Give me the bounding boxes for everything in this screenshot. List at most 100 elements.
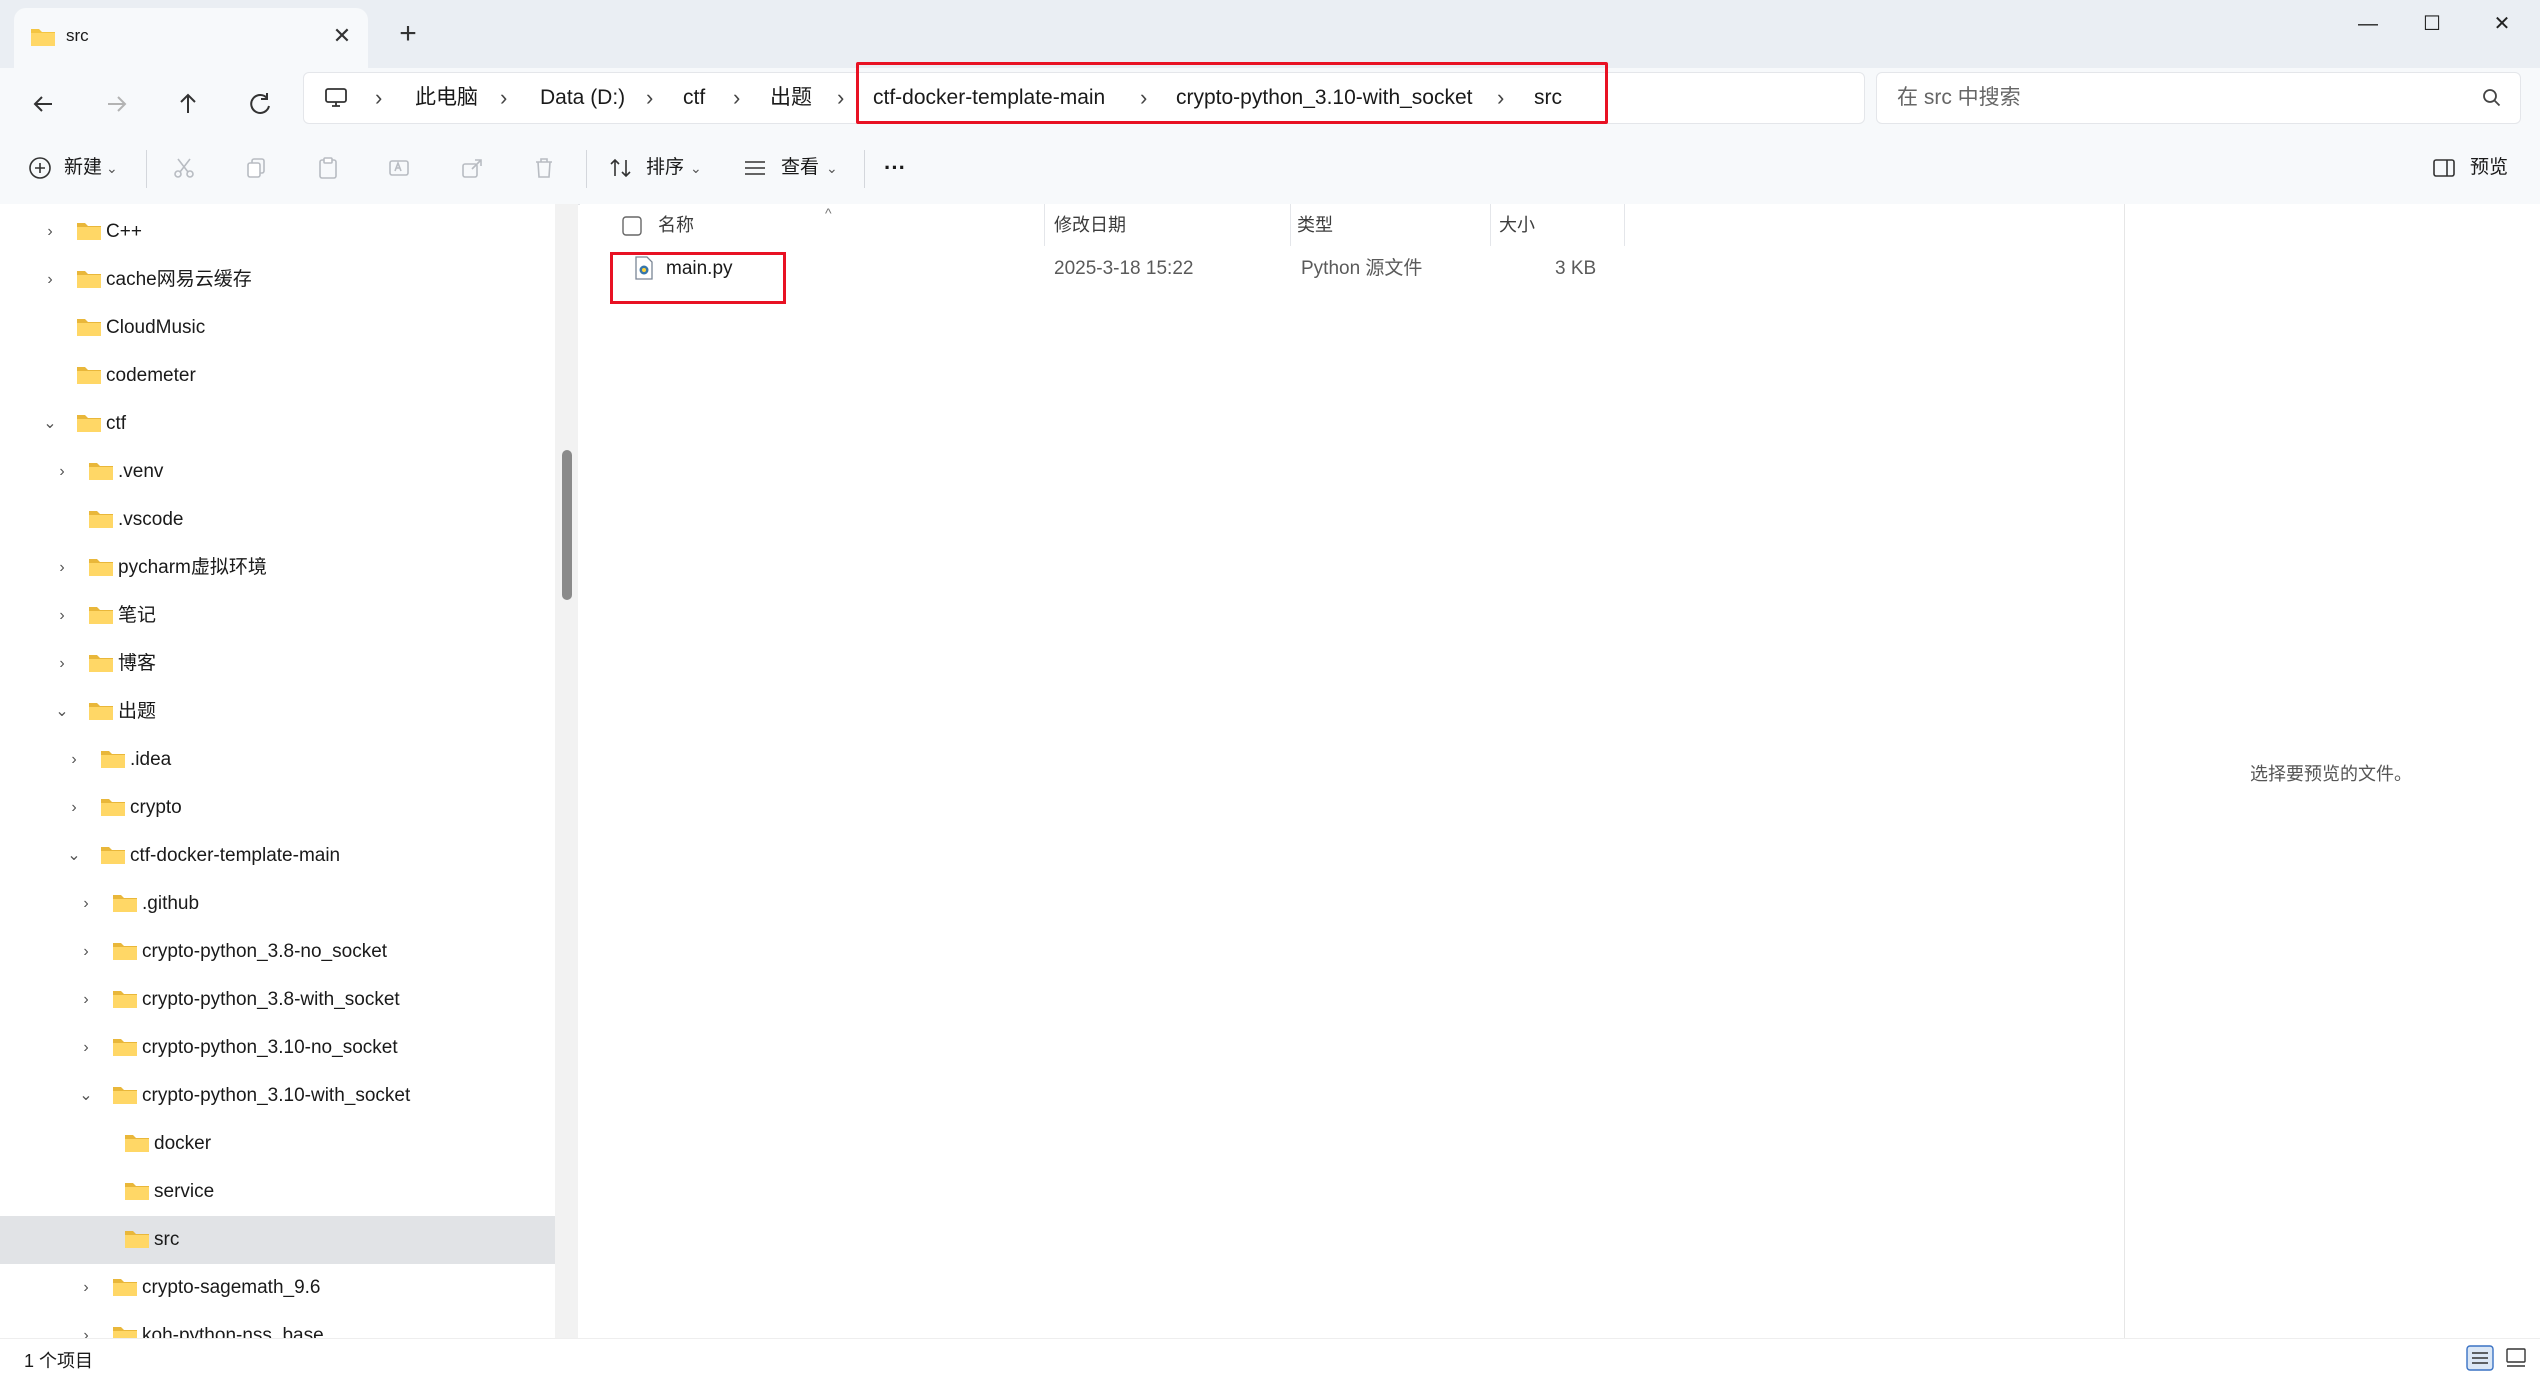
maximize-button[interactable]: ☐ <box>2400 8 2464 40</box>
chevron-right-icon[interactable]: › <box>76 1036 96 1060</box>
sidebar-item[interactable]: › .venv <box>0 448 555 496</box>
column-divider[interactable] <box>1290 204 1291 246</box>
sidebar-item[interactable]: › crypto-python_3.8-with_socket <box>0 976 555 1024</box>
large-icons-view-icon[interactable] <box>2504 1347 2528 1369</box>
sidebar-scrollbar-thumb[interactable] <box>562 450 572 600</box>
chevron-right-icon[interactable] <box>52 508 72 532</box>
refresh-icon[interactable] <box>240 84 280 124</box>
chevron-right-icon[interactable]: › <box>52 604 72 628</box>
column-header-name[interactable]: 名称 <box>658 204 694 246</box>
sidebar-item[interactable]: › crypto-python_3.8-no_socket <box>0 928 555 976</box>
breadcrumb-ctf[interactable]: ctf <box>683 73 705 123</box>
sidebar-item[interactable]: › koh-python-nss_base <box>0 1312 555 1338</box>
minimize-button[interactable]: — <box>2336 8 2400 40</box>
sidebar-item[interactable]: ⌄ crypto-python_3.10-with_socket <box>0 1072 555 1120</box>
close-tab-icon[interactable]: ✕ <box>330 24 354 48</box>
status-bar: 1 个项目 <box>0 1338 2540 1380</box>
sidebar-item[interactable]: › C++ <box>0 208 555 256</box>
delete-icon[interactable] <box>532 156 556 180</box>
paste-icon[interactable] <box>316 156 340 180</box>
column-header-modified[interactable]: 修改日期 <box>1054 204 1126 246</box>
sidebar-item-label: .idea <box>130 749 172 770</box>
more-options-button[interactable]: ··· <box>884 132 906 204</box>
folder-icon <box>112 1276 138 1298</box>
sidebar-item-label: ctf-docker-template-main <box>130 845 341 866</box>
sidebar-item[interactable]: › 博客 <box>0 640 555 688</box>
chevron-right-icon[interactable]: › <box>40 268 60 292</box>
search-input[interactable]: 在 src 中搜索 <box>1876 72 2521 124</box>
up-icon[interactable] <box>168 84 208 124</box>
view-button[interactable]: 查看 <box>781 132 819 204</box>
sidebar-scrollbar-track[interactable] <box>554 204 578 1338</box>
chevron-right-icon[interactable]: › <box>64 748 84 772</box>
column-divider[interactable] <box>1044 204 1045 246</box>
chevron-right-icon[interactable] <box>40 316 60 340</box>
chevron-down-icon[interactable]: ⌄ <box>106 132 118 204</box>
chevron-right-icon[interactable]: › <box>76 892 96 916</box>
sidebar-item[interactable]: docker <box>0 1120 555 1168</box>
chevron-right-icon[interactable]: › <box>76 988 96 1012</box>
new-button[interactable]: 新建 <box>64 132 102 204</box>
search-icon[interactable] <box>2482 88 2502 108</box>
chevron-right-icon[interactable] <box>88 1132 108 1156</box>
sidebar-item[interactable]: ⌄ 出题 <box>0 688 555 736</box>
sidebar-item[interactable]: › 笔记 <box>0 592 555 640</box>
chevron-right-icon[interactable] <box>88 1180 108 1204</box>
copy-icon[interactable] <box>244 156 268 180</box>
chevron-right-icon[interactable]: › <box>52 556 72 580</box>
folder-icon <box>88 700 114 722</box>
chevron-right-icon[interactable]: › <box>52 460 72 484</box>
chevron-down-icon[interactable]: ⌄ <box>64 844 84 868</box>
rename-icon[interactable] <box>388 156 412 180</box>
chevron-right-icon[interactable]: › <box>76 940 96 964</box>
sidebar-item[interactable]: .vscode <box>0 496 555 544</box>
breadcrumb-separator: › <box>375 85 383 110</box>
sidebar-item[interactable]: CloudMusic <box>0 304 555 352</box>
column-header-type[interactable]: 类型 <box>1297 204 1333 246</box>
details-view-icon[interactable] <box>2466 1345 2494 1371</box>
breadcrumb-this-pc[interactable]: 此电脑 <box>415 73 478 123</box>
tab-src[interactable]: src ✕ <box>14 8 368 68</box>
sidebar-item[interactable]: src <box>0 1216 555 1264</box>
sidebar-item[interactable]: › crypto-sagemath_9.6 <box>0 1264 555 1312</box>
chevron-down-icon[interactable]: ⌄ <box>76 1084 96 1108</box>
new-tab-button[interactable]: + <box>390 16 426 52</box>
share-icon[interactable] <box>460 156 484 180</box>
sidebar-item[interactable]: › .idea <box>0 736 555 784</box>
select-all-checkbox[interactable] <box>622 216 642 236</box>
sidebar-item[interactable]: ⌄ ctf-docker-template-main <box>0 832 555 880</box>
sidebar-item-label: crypto-python_3.10-with_socket <box>142 1085 411 1106</box>
sidebar-item[interactable]: ⌄ ctf <box>0 400 555 448</box>
forward-icon[interactable] <box>96 84 136 124</box>
sidebar-item[interactable]: › crypto-python_3.10-no_socket <box>0 1024 555 1072</box>
preview-button[interactable]: 预览 <box>2470 132 2508 204</box>
chevron-down-icon[interactable]: ⌄ <box>690 132 702 204</box>
folder-icon <box>76 316 102 338</box>
tab-strip: src ✕ + — ☐ ✕ <box>0 0 2540 69</box>
sidebar-item[interactable]: › cache网易云缓存 <box>0 256 555 304</box>
chevron-right-icon[interactable]: › <box>40 220 60 244</box>
breadcrumb-data-d[interactable]: Data (D:) <box>540 73 625 123</box>
sidebar-item-label: .venv <box>118 461 164 482</box>
sidebar-item[interactable]: › crypto <box>0 784 555 832</box>
breadcrumb-chuti[interactable]: 出题 <box>770 73 812 123</box>
column-header-size[interactable]: 大小 <box>1499 204 1535 246</box>
chevron-right-icon[interactable] <box>88 1228 108 1252</box>
sidebar-item[interactable]: codemeter <box>0 352 555 400</box>
chevron-down-icon[interactable]: ⌄ <box>40 412 60 436</box>
chevron-right-icon[interactable] <box>40 364 60 388</box>
chevron-right-icon[interactable]: › <box>52 652 72 676</box>
sidebar-item[interactable]: › pycharm虚拟环境 <box>0 544 555 592</box>
column-divider[interactable] <box>1490 204 1491 246</box>
sort-button[interactable]: 排序 <box>646 132 684 204</box>
sidebar-item[interactable]: service <box>0 1168 555 1216</box>
chevron-right-icon[interactable]: › <box>76 1276 96 1300</box>
chevron-right-icon[interactable]: › <box>76 1324 96 1338</box>
cut-icon[interactable] <box>172 156 196 180</box>
back-icon[interactable] <box>24 84 64 124</box>
column-divider[interactable] <box>1624 204 1625 246</box>
close-window-button[interactable]: ✕ <box>2470 8 2534 40</box>
chevron-right-icon[interactable]: › <box>64 796 84 820</box>
sidebar-item[interactable]: › .github <box>0 880 555 928</box>
chevron-down-icon[interactable]: ⌄ <box>52 700 72 724</box>
